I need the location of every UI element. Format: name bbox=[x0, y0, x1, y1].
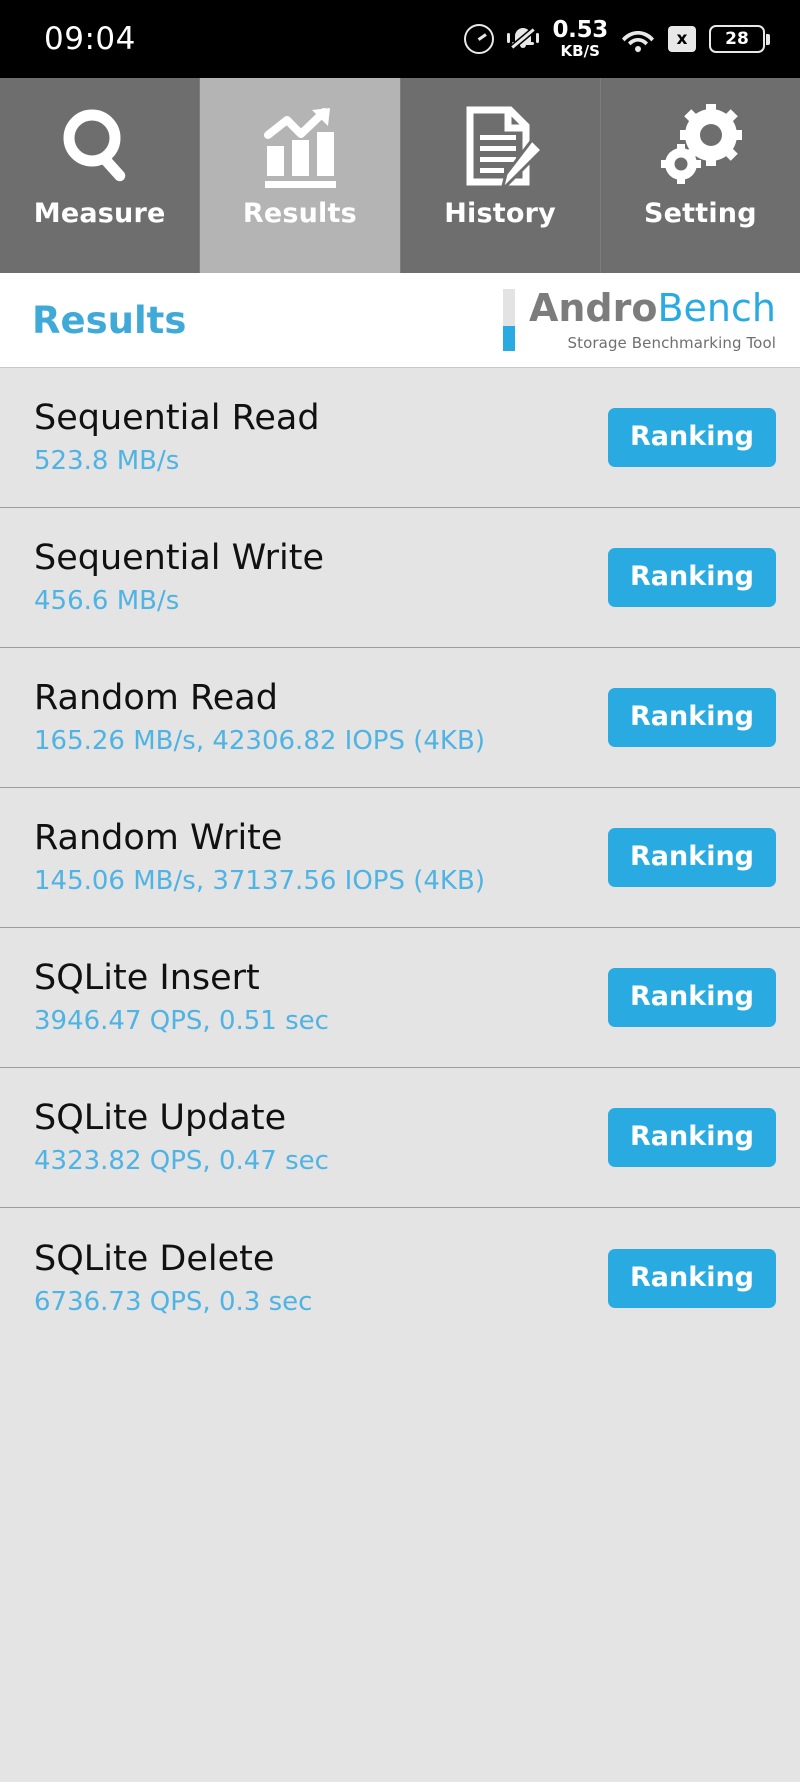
status-time: 09:04 bbox=[44, 21, 136, 57]
result-label: Random Write bbox=[34, 818, 283, 859]
ranking-button[interactable]: Ranking bbox=[608, 968, 776, 1027]
tab-label-history: History bbox=[444, 198, 556, 229]
bell-muted-icon bbox=[507, 24, 540, 54]
status-bar: 09:04 0.53 KB/S x 28 bbox=[0, 0, 800, 78]
table-row[interactable]: SQLite Insert 3946.47 QPS, 0.51 sec Rank… bbox=[0, 928, 800, 1068]
battery-level-label: 28 bbox=[709, 25, 765, 53]
result-value: 165.26 MB/s, 42306.82 IOPS (4KB) bbox=[34, 726, 485, 757]
result-value: 4323.82 QPS, 0.47 sec bbox=[34, 1146, 329, 1177]
androbench-logo: Andro Bench Storage Benchmarking Tool bbox=[502, 285, 776, 352]
result-label: SQLite Delete bbox=[34, 1238, 275, 1279]
magnifier-icon bbox=[54, 100, 146, 196]
ranking-button[interactable]: Ranking bbox=[608, 408, 776, 467]
tab-history[interactable]: History bbox=[400, 78, 601, 273]
tab-setting[interactable]: Setting bbox=[600, 78, 800, 273]
table-row[interactable]: Sequential Read 523.8 MB/s Ranking bbox=[0, 368, 800, 508]
speedometer-icon bbox=[464, 24, 495, 54]
table-row[interactable]: Sequential Write 456.6 MB/s Ranking bbox=[0, 508, 800, 648]
result-label: SQLite Update bbox=[34, 1098, 287, 1139]
bar-chart-arrow-icon bbox=[254, 100, 346, 196]
status-icon-group: 0.53 KB/S x 28 bbox=[464, 19, 770, 59]
result-value: 456.6 MB/s bbox=[34, 586, 180, 617]
ranking-button[interactable]: Ranking bbox=[608, 1248, 776, 1308]
table-row[interactable]: Random Write 145.06 MB/s, 37137.56 IOPS … bbox=[0, 788, 800, 928]
ranking-button[interactable]: Ranking bbox=[608, 688, 776, 747]
table-row[interactable]: SQLite Update 4323.82 QPS, 0.47 sec Rank… bbox=[0, 1068, 800, 1208]
data-rate-value: 0.53 bbox=[552, 17, 608, 43]
battery-icon: 28 bbox=[709, 25, 770, 53]
brand-name-part2: Bench bbox=[657, 285, 776, 330]
result-label: SQLite Insert bbox=[34, 958, 260, 999]
page-title: Results bbox=[32, 298, 187, 342]
tab-label-results: Results bbox=[242, 198, 357, 229]
result-value: 3946.47 QPS, 0.51 sec bbox=[34, 1006, 329, 1037]
result-label: Sequential Read bbox=[34, 398, 320, 439]
page-header: Results Andro Bench Storage Benchmarking … bbox=[0, 273, 800, 368]
top-tab-bar: Measure Results History Setting bbox=[0, 78, 800, 273]
sim-x-icon: x bbox=[668, 26, 696, 52]
document-pencil-icon bbox=[454, 100, 546, 196]
table-row[interactable]: SQLite Delete 6736.73 QPS, 0.3 sec Ranki… bbox=[0, 1208, 800, 1348]
brand-name-part1: Andro bbox=[528, 285, 658, 330]
tab-label-setting: Setting bbox=[643, 198, 757, 229]
tab-label-measure: Measure bbox=[33, 198, 166, 229]
results-list: Sequential Read 523.8 MB/s Ranking Seque… bbox=[0, 368, 800, 1782]
ranking-button[interactable]: Ranking bbox=[608, 548, 776, 607]
ranking-button[interactable]: Ranking bbox=[608, 1108, 776, 1167]
result-value: 145.06 MB/s, 37137.56 IOPS (4KB) bbox=[34, 866, 485, 897]
result-value: 523.8 MB/s bbox=[34, 446, 180, 477]
table-row[interactable]: Random Read 165.26 MB/s, 42306.82 IOPS (… bbox=[0, 648, 800, 788]
tab-measure[interactable]: Measure bbox=[0, 78, 201, 273]
list-empty-area bbox=[0, 1348, 800, 1782]
system-nav-bar bbox=[0, 1782, 800, 1787]
result-label: Random Read bbox=[34, 678, 278, 719]
tab-results[interactable]: Results bbox=[200, 78, 401, 273]
brand-tagline: Storage Benchmarking Tool bbox=[567, 333, 776, 352]
app-screen: 09:04 0.53 KB/S x 28 Measure Results His… bbox=[0, 0, 800, 1787]
result-value: 6736.73 QPS, 0.3 sec bbox=[34, 1286, 313, 1317]
data-rate-indicator: 0.53 KB/S bbox=[552, 19, 608, 59]
result-label: Sequential Write bbox=[34, 538, 325, 579]
wifi-icon bbox=[621, 25, 655, 53]
logo-bar-icon bbox=[502, 289, 515, 351]
gears-icon bbox=[654, 100, 746, 196]
ranking-button[interactable]: Ranking bbox=[608, 828, 776, 887]
data-rate-unit: KB/S bbox=[560, 42, 600, 60]
